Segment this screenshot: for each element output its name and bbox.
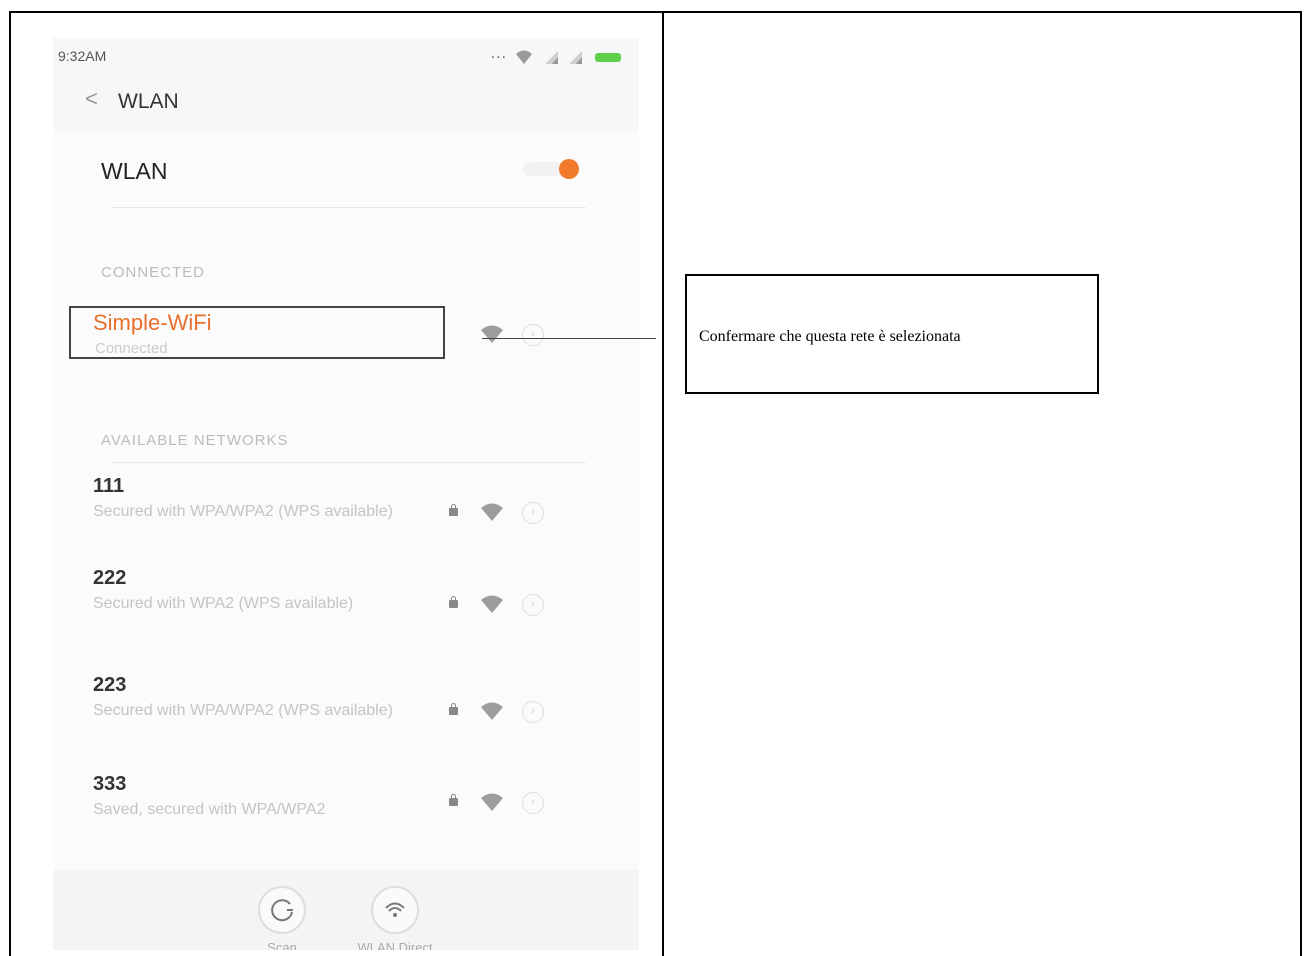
lock-icon [449, 596, 458, 608]
back-icon[interactable]: < [85, 86, 98, 112]
annotation-box: Confermare che questa rete è selezionata [685, 274, 1099, 394]
network-row-icons: › [449, 502, 589, 526]
highlight-box [69, 306, 445, 359]
status-bar: 9:32AM ... [53, 38, 639, 78]
network-security: Secured with WPA/WPA2 (WPS available) [93, 702, 393, 719]
bottom-action-bar: Scan WLAN Direct [53, 870, 639, 950]
network-name[interactable]: 222 [93, 567, 126, 590]
network-name[interactable]: 223 [93, 674, 126, 697]
status-icons: ... [477, 45, 627, 67]
annotation-text: Confermare che questa rete è selezionata [699, 328, 961, 345]
divider [111, 207, 586, 208]
title-bar: < WLAN [53, 78, 639, 128]
divider [111, 462, 586, 463]
network-security: Saved, secured with WPA/WPA2 [93, 801, 326, 818]
wlan-toggle-label: WLAN [101, 158, 168, 184]
toggle-knob [559, 159, 579, 179]
wifi-icon [385, 902, 405, 917]
scan-label: Scan [267, 940, 297, 950]
callout-line [482, 338, 656, 339]
details-arrow-icon[interactable]: › [522, 701, 544, 723]
wlan-toggle[interactable] [523, 156, 581, 182]
wifi-icon [481, 503, 503, 521]
details-arrow-icon[interactable]: › [522, 502, 544, 524]
page-title: WLAN [118, 90, 179, 113]
wifi-icon [481, 325, 503, 343]
network-row-icons: › [449, 701, 589, 725]
lock-icon [449, 794, 458, 806]
wifi-icon [516, 50, 532, 64]
network-security: Secured with WPA2 (WPS available) [93, 595, 354, 612]
wifi-icon [481, 702, 503, 720]
wlan-direct-button[interactable] [371, 886, 419, 934]
phone-screenshot: 9:32AM ... < WLAN WLAN CONNECTED Simple-… [53, 38, 639, 950]
wlan-direct-label: WLAN Direct [357, 940, 433, 950]
connected-heading: CONNECTED [101, 264, 206, 281]
network-row-icons: › [449, 594, 589, 618]
available-heading: AVAILABLE NETWORKS [101, 432, 289, 449]
battery-icon [595, 53, 621, 62]
network-security: Secured with WPA/WPA2 (WPS available) [93, 503, 393, 520]
details-arrow-icon[interactable]: › [522, 324, 544, 346]
network-row-icons: › [449, 792, 589, 816]
network-name[interactable]: 111 [93, 475, 124, 498]
connected-row-icons: › [449, 324, 589, 348]
wifi-icon [481, 595, 503, 613]
network-name[interactable]: 333 [93, 773, 126, 796]
signal-icon [545, 51, 558, 64]
more-dots-icon: ... [490, 45, 507, 62]
details-arrow-icon[interactable]: › [522, 594, 544, 616]
settings-content: WLAN CONNECTED Simple-WiFi Connected › A… [53, 130, 639, 950]
refresh-icon [271, 899, 293, 922]
signal-icon [569, 51, 582, 64]
details-arrow-icon[interactable]: › [522, 792, 544, 814]
scan-button[interactable] [258, 886, 306, 934]
column-divider [662, 11, 664, 956]
lock-icon [449, 504, 458, 516]
lock-icon [449, 703, 458, 715]
status-time: 9:32AM [58, 48, 107, 64]
wifi-icon [481, 793, 503, 811]
